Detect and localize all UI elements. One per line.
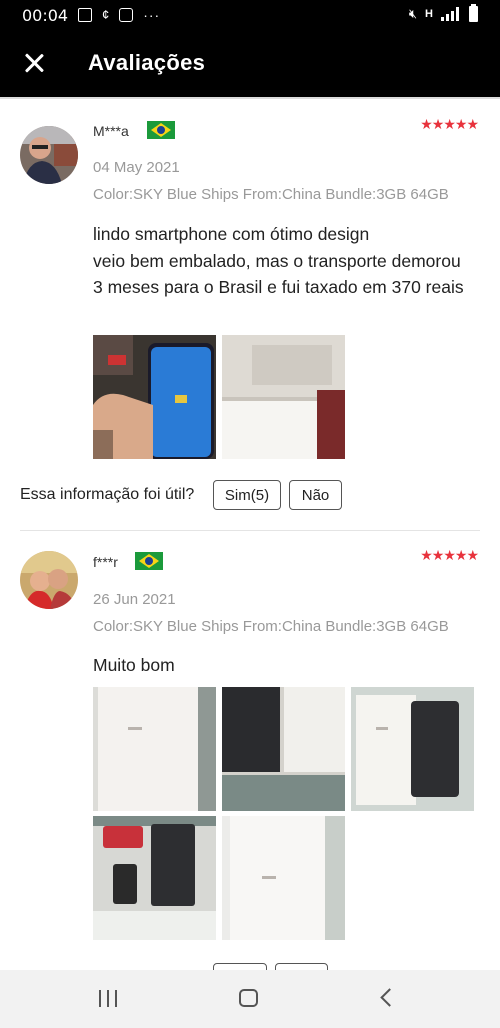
back-icon[interactable] <box>380 988 399 1007</box>
network-icon: H <box>425 8 433 20</box>
review-date: 26 Jun 2021 <box>93 591 176 608</box>
review-username: f***r <box>93 554 118 570</box>
review-text: lindo smartphone com ótimo design veio b… <box>93 224 464 297</box>
cast-icon: ¢ <box>102 7 110 22</box>
rating-stars: ★★★★★ <box>420 547 479 563</box>
reviews-list[interactable]: M***a ★★★★★ 04 May 2021 Color:SKY Blue S… <box>0 97 500 970</box>
divider <box>0 97 500 99</box>
app-bar: Avaliações <box>0 30 500 97</box>
helpful-no-button[interactable]: Não <box>289 480 342 510</box>
review-photo[interactable] <box>222 816 345 940</box>
battery-icon <box>469 4 478 22</box>
review-photo[interactable] <box>222 335 345 459</box>
avatar <box>20 126 78 184</box>
status-bar: 00:04 ¢ ··· 🔇︎ H <box>0 0 500 30</box>
review-photo[interactable] <box>93 816 216 940</box>
more-icon: ··· <box>143 6 161 23</box>
status-time: 00:04 <box>22 6 69 25</box>
brazil-flag-icon <box>135 552 163 570</box>
review-username: M***a <box>93 123 129 139</box>
review-photo[interactable] <box>93 335 216 459</box>
settings-icon <box>119 7 134 22</box>
page-title: Avaliações <box>88 50 206 75</box>
brazil-flag-icon <box>147 121 175 139</box>
review-attributes: Color:SKY Blue Ships From:China Bundle:3… <box>93 618 449 635</box>
mute-icon: 🔇︎ <box>408 6 418 21</box>
image-icon <box>78 7 92 22</box>
navigation-bar <box>0 970 500 1028</box>
helpful-no-button[interactable] <box>275 963 328 970</box>
divider <box>20 530 480 531</box>
helpful-question: Essa informação foi útil? <box>20 486 195 503</box>
home-icon[interactable] <box>239 989 258 1007</box>
review-attributes: Color:SKY Blue Ships From:China Bundle:3… <box>93 186 449 203</box>
review-photo[interactable] <box>222 687 345 811</box>
helpful-yes-button[interactable]: Sim(5) <box>213 480 281 510</box>
review-photo[interactable] <box>351 687 474 811</box>
helpful-yes-button[interactable] <box>213 963 267 970</box>
review-date: 04 May 2021 <box>93 159 180 176</box>
signal-icon <box>441 7 461 21</box>
avatar <box>20 551 78 609</box>
rating-stars: ★★★★★ <box>420 116 479 132</box>
close-icon[interactable] <box>22 51 46 75</box>
review-photo[interactable] <box>93 687 216 811</box>
review-text: Muito bom <box>93 655 175 675</box>
recent-apps-icon[interactable] <box>99 990 119 1007</box>
